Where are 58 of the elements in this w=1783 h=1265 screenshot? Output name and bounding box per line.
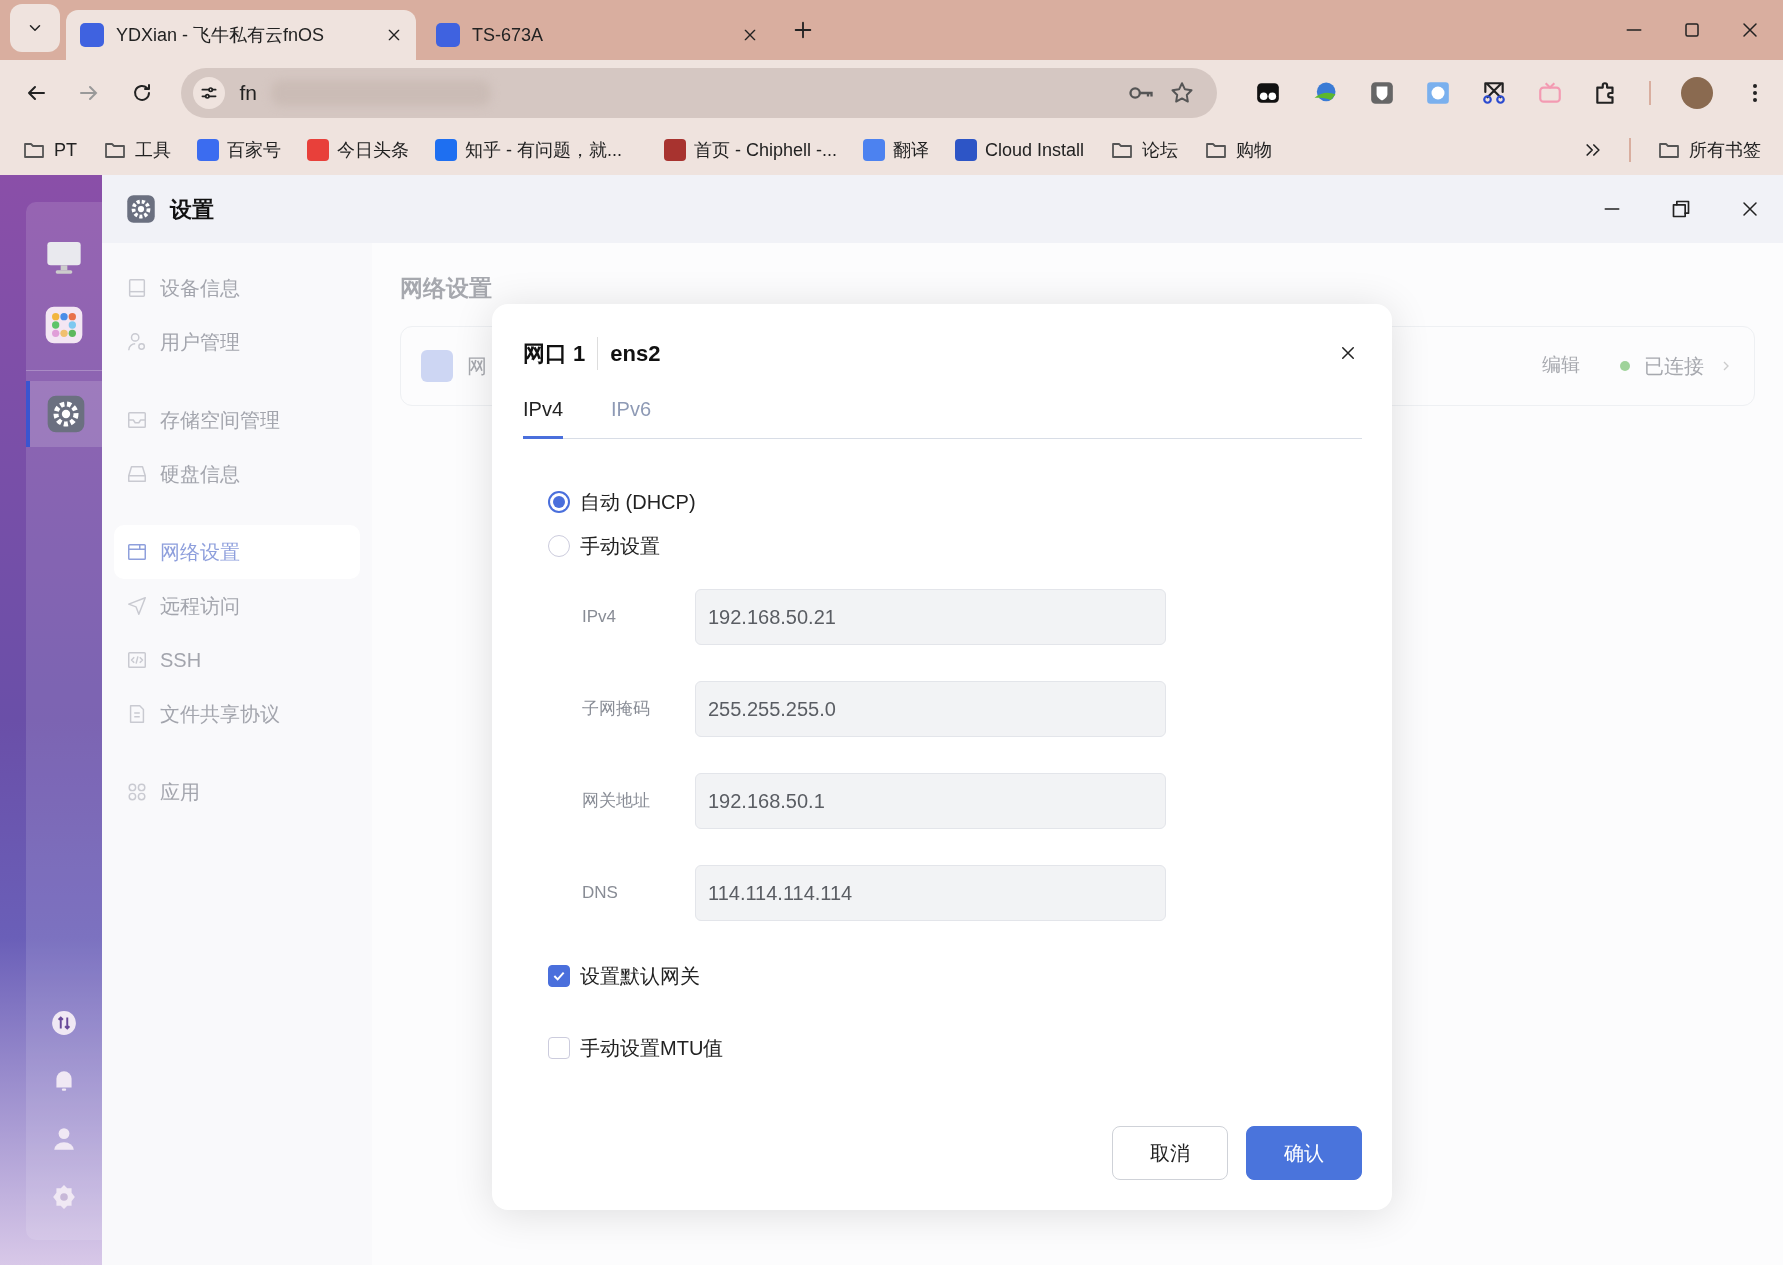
transfer-icon[interactable] xyxy=(51,1010,77,1036)
bookmark[interactable]: 知乎 - 有问题，就... xyxy=(435,136,622,164)
address-bar[interactable]: fn xyxy=(181,67,1217,118)
bookmark[interactable]: 所有书签 xyxy=(1657,136,1761,164)
field-label: IPv4 xyxy=(581,606,618,629)
tab[interactable]: IPv4 xyxy=(523,394,564,439)
field-label: 子网掩码 xyxy=(581,698,651,721)
close-icon[interactable] xyxy=(1339,344,1357,362)
avatar[interactable] xyxy=(1681,76,1713,109)
tab-favicon xyxy=(436,23,460,47)
user-gear-icon xyxy=(126,331,148,353)
bookmark[interactable]: 今日头条 xyxy=(307,136,409,164)
scissors-icon[interactable] xyxy=(1481,79,1507,106)
confirm-button[interactable]: 确认 xyxy=(1246,1126,1362,1180)
send-icon xyxy=(126,595,148,617)
radio-label: 自动 (DHCP) xyxy=(580,490,696,515)
bookmark[interactable]: 首页 - Chiphell -... xyxy=(664,136,838,164)
app-grid-icon xyxy=(44,305,84,345)
status-text: 已连接 xyxy=(1644,353,1704,379)
close-icon[interactable] xyxy=(742,27,758,43)
browser-tab[interactable]: TS-673A xyxy=(422,10,772,60)
tray-icon xyxy=(126,409,148,431)
maximize-icon[interactable] xyxy=(1683,21,1701,39)
bookmark[interactable]: 翻译 xyxy=(863,136,930,164)
field-label: DNS xyxy=(581,882,619,905)
bookmark[interactable]: 论坛 xyxy=(1110,136,1179,164)
code-icon xyxy=(126,649,148,671)
dialog-subtitle: ens2 xyxy=(609,339,661,368)
port-name: 网 xyxy=(467,353,487,379)
bookmark[interactable]: Cloud Install xyxy=(955,136,1085,164)
bookmark[interactable]: PT xyxy=(22,136,77,164)
section-heading: 网络设置 xyxy=(400,274,493,303)
dialog-title: 网口 1 xyxy=(523,336,599,370)
close-icon[interactable] xyxy=(1741,21,1759,39)
bookmark[interactable]: 工具 xyxy=(103,136,171,164)
checkbox[interactable] xyxy=(548,965,570,987)
gear-icon xyxy=(46,394,86,434)
radio-label: 手动设置 xyxy=(580,534,660,559)
radio-button[interactable] xyxy=(548,491,570,513)
gear-icon xyxy=(126,194,156,224)
window-icon xyxy=(126,541,148,563)
dock-app[interactable] xyxy=(26,381,102,447)
close-icon[interactable] xyxy=(1741,200,1759,218)
close-icon[interactable] xyxy=(386,27,402,43)
circles-icon xyxy=(126,781,148,803)
bookmark[interactable]: 购物 xyxy=(1204,136,1273,164)
browser-tab[interactable]: YDXian - 飞牛私有云fnOS xyxy=(66,10,416,60)
tab-favicon xyxy=(80,23,104,47)
window-title: 设置 xyxy=(170,195,214,224)
field-label: 网关地址 xyxy=(581,790,651,813)
cancel-button[interactable]: 取消 xyxy=(1112,1126,1228,1180)
restore-icon[interactable] xyxy=(1671,199,1691,219)
checkbox-label: 手动设置MTU值 xyxy=(580,1036,724,1061)
checkbox-label: 设置默认网关 xyxy=(580,964,700,989)
drive-icon xyxy=(126,277,148,299)
shield-icon[interactable] xyxy=(1369,79,1395,106)
bookmark[interactable]: 百家号 xyxy=(197,136,281,164)
plus-icon[interactable] xyxy=(792,19,814,41)
